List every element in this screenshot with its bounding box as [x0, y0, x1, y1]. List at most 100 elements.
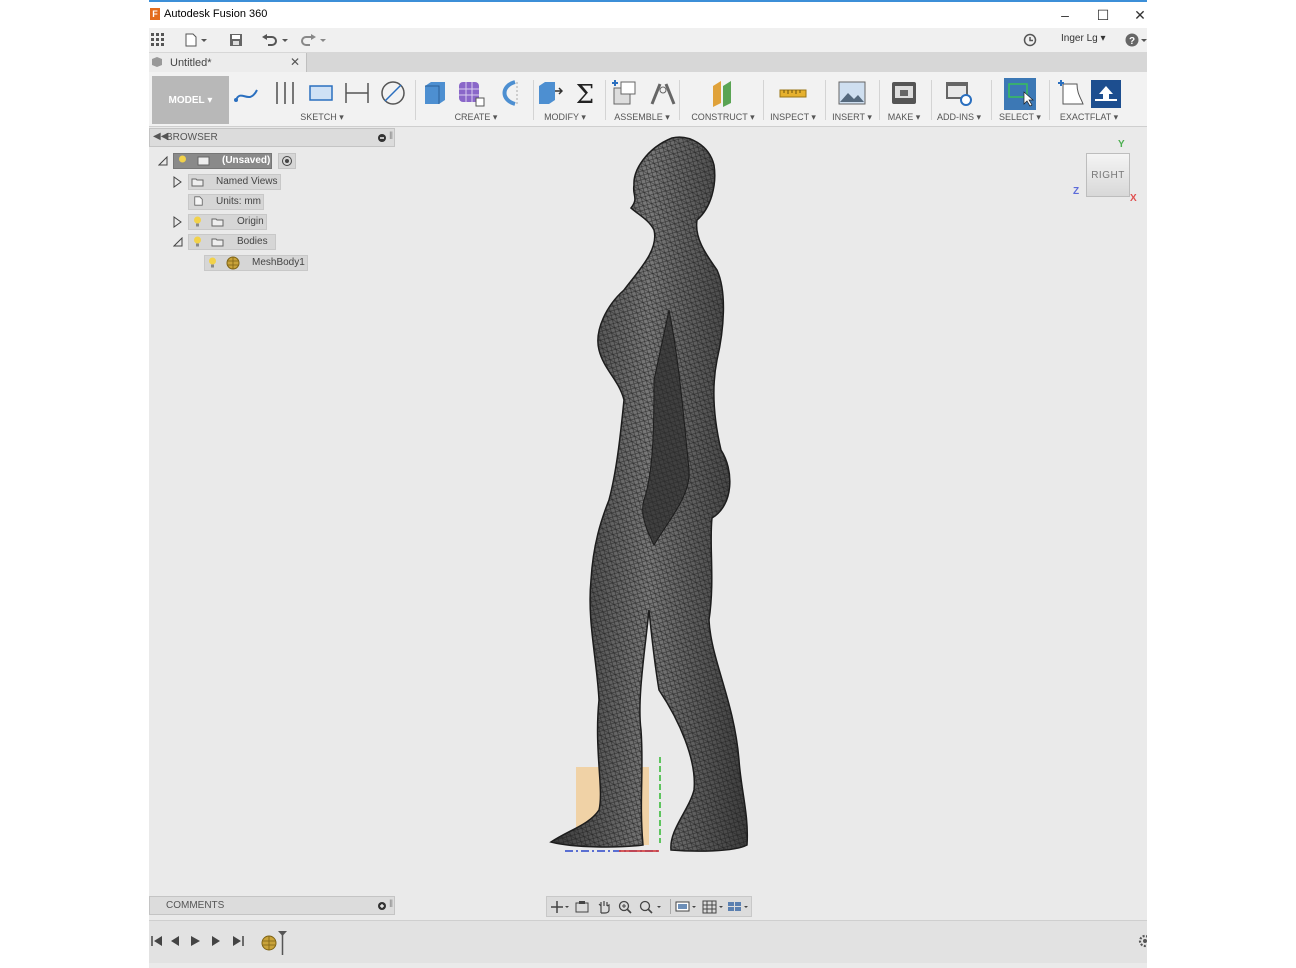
add-ins-label: ADD-INS	[936, 112, 974, 122]
rectangle-icon[interactable]	[307, 78, 335, 108]
joint-icon[interactable]	[649, 78, 677, 108]
panel-grip-icon[interactable]: ‖	[389, 131, 393, 142]
close-tab-icon[interactable]: ✕	[290, 55, 300, 69]
extrude-icon[interactable]	[421, 78, 449, 108]
redo-icon[interactable]	[299, 31, 327, 49]
offset-plane-icon[interactable]	[709, 78, 737, 108]
tree-row-named-views[interactable]: Named Views	[149, 174, 395, 190]
bulb-icon[interactable]	[193, 216, 202, 227]
look-at-icon[interactable]	[575, 900, 589, 914]
document-tab[interactable]: Untitled* ✕	[149, 53, 307, 72]
go-to-end-icon[interactable]	[230, 933, 246, 949]
display-icon[interactable]	[675, 900, 699, 914]
exactflat-flatten-button[interactable]	[1091, 80, 1121, 108]
zoom-icon[interactable]	[618, 900, 632, 914]
bulb-icon[interactable]	[178, 155, 187, 166]
file-icon[interactable]	[185, 31, 209, 49]
svg-text:?: ?	[1129, 36, 1135, 47]
activate-button[interactable]	[278, 153, 296, 169]
user-menu[interactable]: Inger Lg ▾	[1061, 33, 1106, 44]
tree-row-units[interactable]: Units: mm	[149, 194, 395, 210]
grid-icon[interactable]	[702, 900, 726, 914]
sketch-group: SKETCH ▾	[233, 72, 411, 126]
construct-menu[interactable]: CONSTRUCT ▾	[689, 112, 757, 123]
view-cube[interactable]: RIGHT	[1086, 153, 1130, 197]
make-menu[interactable]: MAKE ▾	[885, 112, 923, 123]
tree-row-meshbody[interactable]: MeshBody1	[149, 255, 395, 271]
go-to-start-icon[interactable]	[149, 933, 165, 949]
panel-grip-icon[interactable]: ‖	[389, 899, 393, 910]
play-icon[interactable]	[187, 933, 203, 949]
undo-icon[interactable]	[261, 31, 289, 49]
exactflat-menu[interactable]: EXACTFLAT ▾	[1053, 112, 1125, 123]
insert-group: INSERT ▾	[831, 72, 873, 126]
exactflat-new-icon[interactable]	[1057, 78, 1085, 108]
dimension-icon[interactable]	[343, 78, 371, 108]
tree-row-origin[interactable]: Origin	[149, 214, 395, 230]
step-back-icon[interactable]	[167, 933, 183, 949]
expanded-triangle-icon[interactable]	[173, 237, 183, 247]
tree-row-bodies[interactable]: Bodies	[149, 234, 395, 250]
scripts-icon[interactable]	[945, 78, 973, 108]
bulb-icon[interactable]	[208, 257, 217, 268]
minimize-button[interactable]: –	[1050, 5, 1080, 25]
add-ins-menu[interactable]: ADD-INS ▾	[935, 112, 983, 123]
bulb-icon[interactable]	[193, 236, 202, 247]
workspace-switcher[interactable]: MODEL ▾	[152, 76, 229, 124]
collapsed-triangle-icon[interactable]	[173, 216, 183, 228]
orbit-icon[interactable]	[550, 900, 570, 914]
history-icon[interactable]	[1023, 31, 1037, 49]
step-forward-icon[interactable]	[208, 933, 224, 949]
settings-icon[interactable]	[1137, 934, 1147, 948]
maximize-button[interactable]: ☐	[1088, 5, 1118, 25]
revolve-icon[interactable]	[495, 78, 523, 108]
select-menu[interactable]: SELECT ▾	[997, 112, 1043, 123]
select-tool-button[interactable]	[1004, 78, 1036, 110]
circle-icon[interactable]	[379, 78, 407, 108]
form-icon[interactable]	[457, 78, 485, 108]
minus-icon[interactable]	[378, 134, 386, 142]
line-icon[interactable]	[271, 78, 299, 108]
create-menu[interactable]: CREATE ▾	[421, 112, 531, 123]
tree-row-root[interactable]: (Unsaved)	[149, 153, 395, 169]
construct-group: CONSTRUCT ▾	[689, 72, 757, 126]
assemble-menu[interactable]: ASSEMBLE ▾	[611, 112, 673, 123]
measure-icon[interactable]	[779, 78, 807, 108]
main-toolbar: MODEL ▾ SKETCH ▾ CREATE ▾ Σ MODIFY ▾ ASS…	[149, 72, 1147, 127]
title-bar: F Autodesk Fusion 360 – ☐ ✕	[149, 0, 1147, 28]
insert-image-icon[interactable]	[838, 78, 866, 108]
3d-print-icon[interactable]	[890, 78, 918, 108]
separator	[679, 80, 680, 120]
expanded-triangle-icon[interactable]	[158, 156, 168, 166]
close-window-button[interactable]: ✕	[1125, 5, 1147, 25]
modify-menu[interactable]: MODIFY ▾	[535, 112, 595, 123]
separator	[605, 80, 606, 120]
add-comment-icon[interactable]	[378, 902, 386, 910]
save-icon[interactable]	[229, 31, 243, 49]
fit-icon[interactable]	[639, 900, 665, 914]
create-sketch-icon[interactable]	[233, 78, 261, 108]
parameters-icon[interactable]: Σ	[571, 78, 599, 108]
folder-icon	[211, 238, 224, 247]
viewports-icon[interactable]	[727, 900, 751, 914]
help-icon[interactable]: ?	[1125, 31, 1147, 49]
press-pull-icon[interactable]	[535, 78, 563, 108]
3d-viewport[interactable]	[396, 127, 1147, 917]
exactflat-group: EXACTFLAT ▾	[1053, 72, 1125, 126]
collapsed-triangle-icon[interactable]	[173, 176, 183, 188]
insert-menu[interactable]: INSERT ▾	[831, 112, 873, 123]
browser-panel-header[interactable]: ◀◀ BROWSER ‖	[149, 128, 395, 147]
sketch-menu[interactable]: SKETCH ▾	[233, 112, 411, 123]
comments-panel-header[interactable]: COMMENTS ‖	[149, 896, 395, 915]
inspect-menu[interactable]: INSPECT ▾	[769, 112, 817, 123]
units-doc-icon	[194, 196, 203, 206]
document-icon	[152, 57, 162, 67]
timeline-meshbody-feature-icon[interactable]	[261, 929, 287, 957]
pan-icon[interactable]	[597, 900, 611, 914]
units-label: Units: mm	[216, 196, 261, 207]
new-component-icon[interactable]	[611, 78, 639, 108]
mesh-body[interactable]	[549, 136, 749, 852]
fusion-app: F Autodesk Fusion 360 – ☐ ✕ Inger Lg ▾ ?	[149, 0, 1147, 968]
window-title: Autodesk Fusion 360	[164, 8, 268, 20]
grid-menu-icon[interactable]	[151, 31, 165, 49]
